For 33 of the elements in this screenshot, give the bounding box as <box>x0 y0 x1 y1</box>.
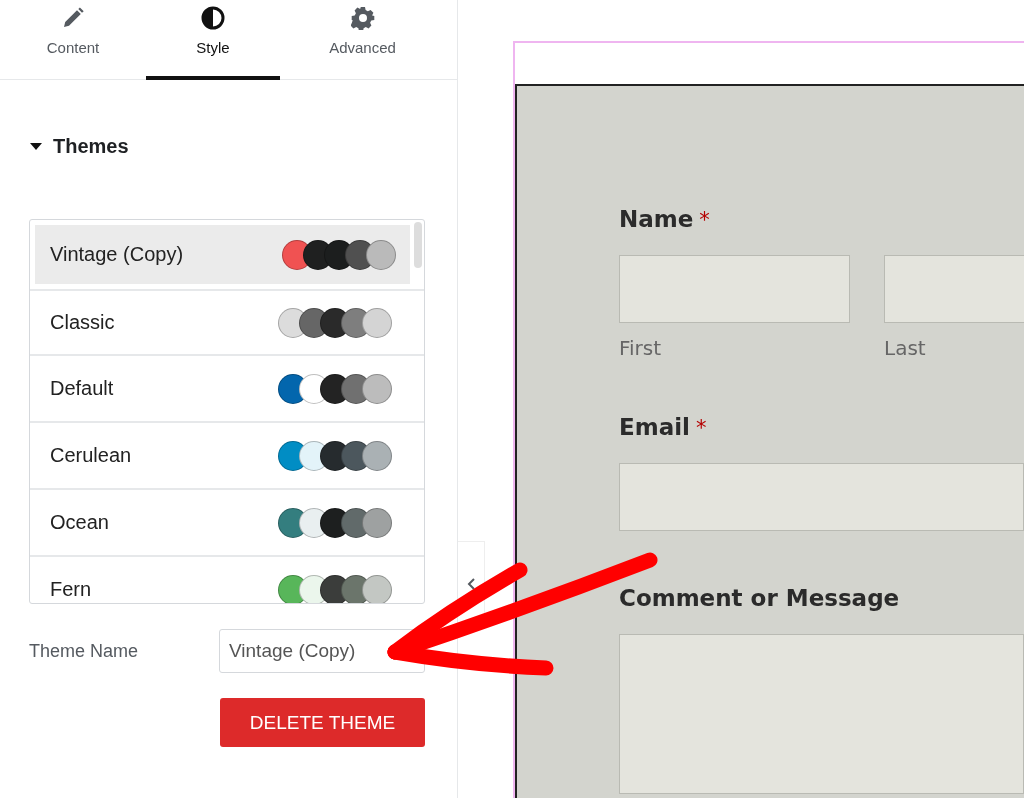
field-label: Comment or Message <box>619 585 901 611</box>
contrast-icon <box>201 6 225 30</box>
theme-name: Ocean <box>50 511 109 534</box>
theme-name: Classic <box>50 311 115 334</box>
field-label: Email * <box>619 414 708 440</box>
theme-item[interactable]: Fern <box>30 557 424 603</box>
pencil-icon <box>61 6 85 30</box>
theme-item[interactable]: Vintage (Copy) <box>35 225 410 284</box>
theme-name: Default <box>50 377 114 400</box>
message-field[interactable] <box>619 634 1024 794</box>
scrollbar[interactable] <box>414 222 422 268</box>
field-label: Name * <box>619 206 711 232</box>
tab[interactable]: Advanced <box>280 0 445 80</box>
input-field[interactable] <box>619 463 1024 531</box>
gear-icon <box>350 6 375 30</box>
tab[interactable]: Style <box>146 0 280 80</box>
theme-item[interactable]: Ocean <box>30 490 424 557</box>
theme-name-field[interactable]: Vintage (Copy) <box>219 629 425 673</box>
theme-name: Fern <box>50 578 92 601</box>
theme-item[interactable]: Cerulean <box>30 423 424 490</box>
theme-name: Cerulean <box>50 444 132 467</box>
section-title: Themes <box>53 135 129 158</box>
tab[interactable]: Content <box>0 0 146 80</box>
delete-theme-button[interactable]: DELETE THEME <box>220 698 425 747</box>
theme-name: Vintage (Copy) <box>50 243 184 266</box>
sub-label: First <box>619 336 663 360</box>
field-label: Theme Name <box>29 640 140 662</box>
theme-item[interactable]: Default <box>30 356 424 423</box>
input-field[interactable] <box>619 255 850 323</box>
theme-item[interactable]: Classic <box>30 289 424 356</box>
caret-icon[interactable] <box>30 143 42 150</box>
chevron-left-icon <box>467 578 475 590</box>
sub-label: Last <box>884 336 927 360</box>
